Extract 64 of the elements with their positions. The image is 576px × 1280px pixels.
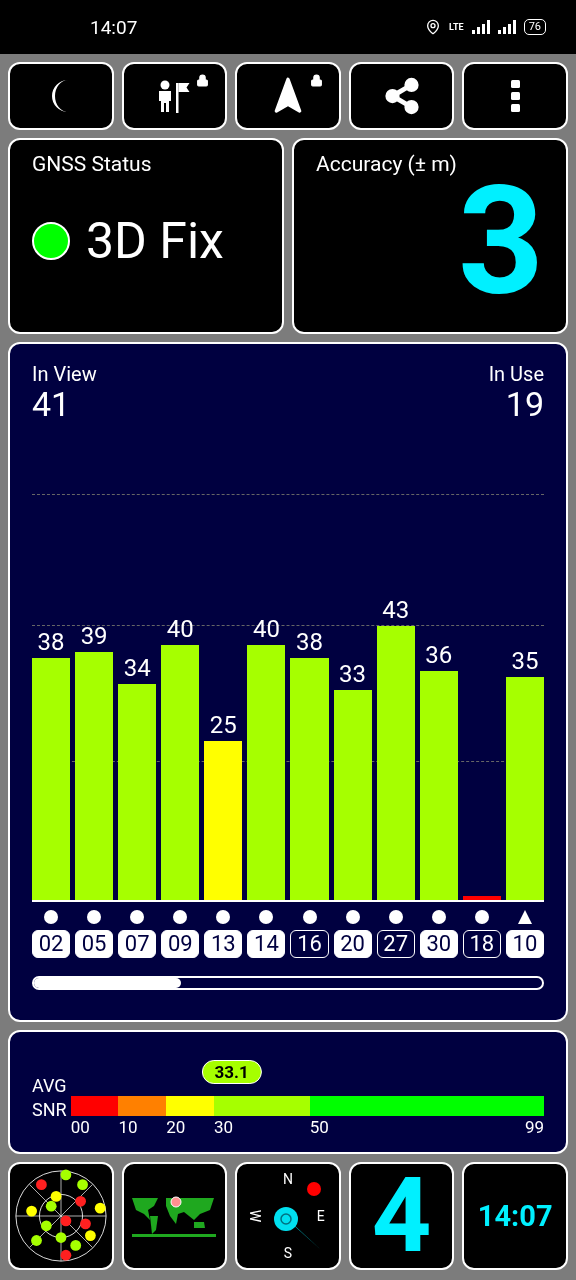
count-tile[interactable]: 4 [348,1162,455,1270]
network-type: LTE [449,22,464,32]
satellite-id: 27 [376,930,415,958]
snr-value: 35 [510,646,540,677]
compass-direction: S [283,1246,293,1260]
satellite-id: 14 [247,930,286,958]
toolbar-button[interactable] [121,62,228,130]
signal-icon [471,20,490,34]
satellite-id: 20 [333,930,372,958]
in-view-label: In View [32,362,97,386]
in-view-count: 41 [32,386,71,422]
snr-value: 38 [295,627,324,658]
in-use-label: In Use [488,362,544,386]
share-icon [382,77,421,115]
toolbar-button[interactable] [235,62,341,130]
scroll-bar[interactable] [32,976,544,990]
satellite-id: 10 [505,930,544,958]
location-icon [425,19,442,35]
compass-direction: E [316,1209,325,1223]
scale-tick: 20 [166,1117,186,1137]
compass-direction: W [248,1209,263,1223]
satellite-id: 16 [290,930,329,958]
scale-tick: 10 [118,1117,138,1137]
snr-value: 39 [79,620,109,651]
in-use-count: 19 [505,386,544,422]
accuracy-value: 3 [457,172,544,312]
snr-value: 36 [424,639,454,670]
map-tile[interactable] [121,1162,228,1270]
scale-tick: 99 [524,1117,544,1137]
scale-tick: 00 [70,1117,90,1137]
satellite-id: 13 [204,930,243,958]
snr-value: 34 [122,652,152,683]
snr-label: SNR [32,1098,67,1122]
lock-icon [196,74,210,87]
avg-snr-value: 33.1 [201,1060,262,1084]
avg-label: AVG [32,1074,67,1098]
snr-value: 25 [208,709,238,740]
card-title: GNSS Status [32,152,153,176]
card-title: Accuracy (± m) [316,152,458,176]
snr-value: 40 [251,614,281,645]
clock-tile[interactable]: 14:07 [462,1162,568,1270]
scale-tick: 30 [214,1117,234,1137]
snr-value: 33 [338,658,368,689]
snr-value: 43 [381,595,411,626]
status-time: 14:07 [90,15,138,39]
satellite-id: 18 [462,930,501,958]
toolbar-button[interactable] [348,62,455,130]
compass-tile[interactable]: N E S W [235,1162,341,1270]
compass-direction: N [283,1172,293,1186]
satellite-id: 09 [161,930,200,958]
satellite-id: 05 [75,930,114,958]
toolbar-button[interactable] [462,62,568,130]
fix-status: 3D Fix [86,212,224,270]
lock-icon [309,74,323,87]
battery-level: 76 [523,19,546,35]
signal-icon [497,20,516,34]
scale-tick: 50 [309,1117,329,1137]
satellite-id: 30 [419,930,458,958]
snr-value: 40 [165,614,195,645]
toolbar-button[interactable] [8,62,114,130]
satellite-id: 07 [118,930,157,958]
more-icon [510,80,520,112]
snr-value: 38 [36,627,66,658]
satellite-id: 02 [32,930,71,958]
